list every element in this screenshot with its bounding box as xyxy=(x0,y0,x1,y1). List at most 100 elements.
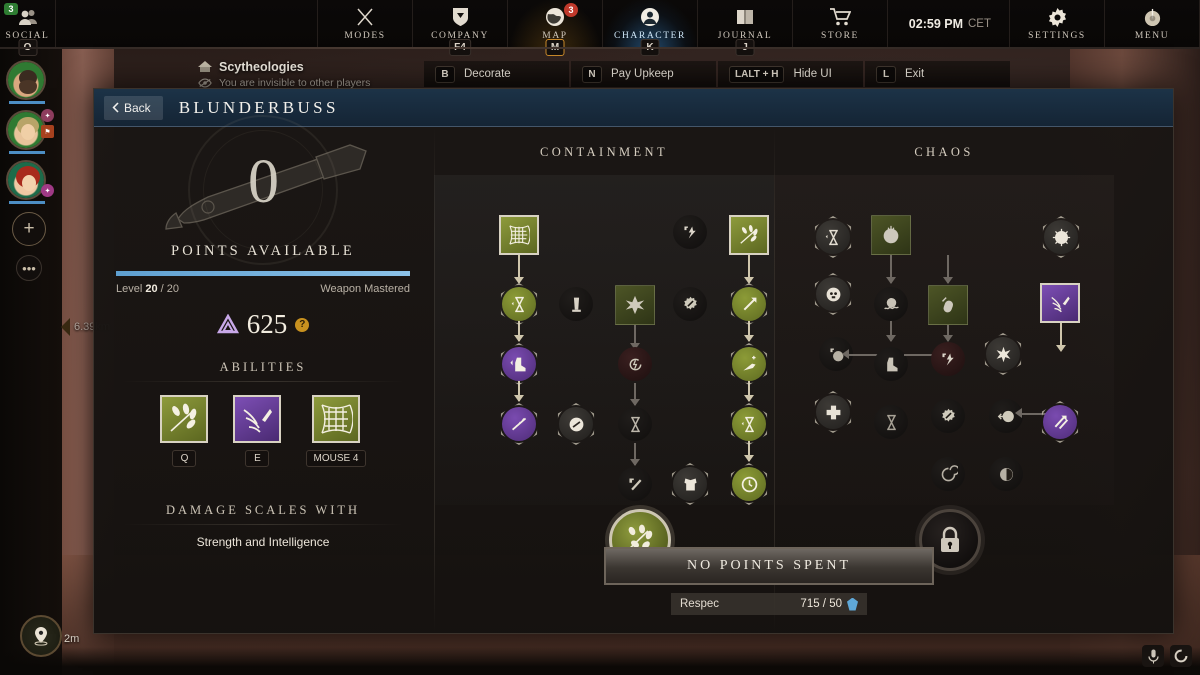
party-member-3[interactable]: ✦ xyxy=(6,160,54,204)
skill-node-chaos-b1[interactable] xyxy=(871,215,911,255)
party-more-options-button[interactable]: ••• xyxy=(16,255,42,281)
lock-icon xyxy=(941,526,959,552)
skill-node-chaos-d3[interactable] xyxy=(989,457,1023,491)
nav-item-social[interactable]: 3 SOCIAL O xyxy=(0,0,56,56)
skill-node-containment-c1[interactable] xyxy=(615,285,655,325)
ability-slot-1[interactable]: Q xyxy=(160,395,209,467)
cart-icon xyxy=(829,6,851,28)
skill-node-chaos-b3[interactable] xyxy=(874,347,908,381)
nav-item-modes[interactable]: MODES xyxy=(318,0,413,47)
nav-item-character[interactable]: CHARACTER K xyxy=(603,0,698,56)
faction-chip: ⚑ xyxy=(41,125,54,138)
party-rail: ✦ ⚑ ✦ + ••• xyxy=(6,60,54,281)
skill-node-chaos-a1[interactable] xyxy=(814,216,852,258)
ability-icon-e[interactable] xyxy=(233,395,282,443)
nav-item-company[interactable]: COMPANY F4 xyxy=(413,0,508,56)
ability-slot-3[interactable]: MOUSE 4 xyxy=(306,395,366,467)
smoke-bomb-icon xyxy=(883,225,899,244)
back-button[interactable]: Back xyxy=(104,95,163,120)
party-member-1[interactable] xyxy=(6,60,52,104)
skill-node-containment-e1[interactable] xyxy=(729,215,769,255)
skill-node-chaos-b4[interactable] xyxy=(874,405,908,439)
skill-node-chaos-a4[interactable] xyxy=(814,391,852,433)
avatar[interactable] xyxy=(6,110,46,150)
abilities-title: ABILITIES xyxy=(94,360,432,382)
skill-node-containment-d2[interactable] xyxy=(671,463,709,505)
weapon-artwork: 0 xyxy=(94,115,432,265)
points-spent-button[interactable]: NO POINTS SPENT xyxy=(604,547,934,585)
skill-node-containment-c2[interactable] xyxy=(618,347,652,381)
add-party-member-button[interactable]: + xyxy=(12,212,46,246)
tree-link-arrow xyxy=(1015,408,1022,418)
skill-node-chaos-c4[interactable] xyxy=(931,457,965,491)
avatar[interactable] xyxy=(6,60,46,100)
action-hide-ui[interactable]: LALT + H Hide UI xyxy=(718,61,863,87)
action-pay-upkeep[interactable]: N Pay Upkeep xyxy=(571,61,716,87)
weapon-mastery-panel: Back BLUNDERBUSS 0 POINTS AVAILABLE Leve… xyxy=(93,88,1174,634)
microphone-icon[interactable] xyxy=(1142,645,1164,667)
abilities-list: Q E MOUSE 4 xyxy=(94,395,432,467)
action-label: Exit xyxy=(905,68,925,80)
skill-node-chaos-c3[interactable] xyxy=(931,399,965,433)
skill-node-containment-a2[interactable] xyxy=(500,283,538,325)
skill-node-containment-b2[interactable] xyxy=(557,403,595,445)
skill-node-containment-c4[interactable] xyxy=(618,467,652,501)
skill-node-chaos-e3[interactable] xyxy=(1041,401,1079,443)
skill-node-containment-e5[interactable] xyxy=(730,463,768,505)
loading-spinner-icon xyxy=(1170,645,1192,667)
nav-item-menu[interactable]: MENU xyxy=(1105,0,1200,47)
skill-node-containment-e2[interactable] xyxy=(730,283,768,325)
reload-lightning-icon xyxy=(629,358,641,370)
party-member-2[interactable]: ✦ ⚑ xyxy=(6,109,54,154)
vortex-icon xyxy=(999,467,1013,481)
skill-node-containment-top[interactable] xyxy=(673,215,707,249)
net-icon xyxy=(321,404,353,434)
action-decorate[interactable]: B Decorate xyxy=(424,61,569,87)
skill-node-containment-d1[interactable] xyxy=(673,287,707,321)
level-text: Level 20 / 20 xyxy=(116,283,179,295)
ability-slot-2[interactable]: E xyxy=(233,395,282,467)
respec-cost-value: 715 / 50 xyxy=(800,598,842,610)
skill-node-chaos-b2[interactable] xyxy=(874,287,908,321)
mastery-xp-bar xyxy=(116,271,410,276)
respec-button[interactable]: Respec 715 / 50 xyxy=(671,593,867,615)
nav-item-settings[interactable]: SETTINGS xyxy=(1010,0,1105,47)
skill-node-chaos-a2[interactable] xyxy=(814,273,852,315)
skill-node-chaos-e2[interactable] xyxy=(1040,283,1080,323)
avatar[interactable] xyxy=(6,160,46,200)
skill-node-containment-e3[interactable] xyxy=(730,343,768,385)
skill-node-containment-b1[interactable] xyxy=(559,287,593,321)
ability-icon-mouse4[interactable] xyxy=(311,395,360,443)
plus-blade-icon xyxy=(628,477,642,490)
zone-name-row: Scytheologies xyxy=(198,60,418,74)
zone-name: Scytheologies xyxy=(219,60,304,74)
skill-node-containment-a3[interactable] xyxy=(500,343,538,385)
powder-charge-icon xyxy=(571,297,581,312)
skill-node-chaos-c1[interactable] xyxy=(928,285,968,325)
nav-item-map[interactable]: 3 MAP M xyxy=(508,0,603,56)
spiral-icon xyxy=(941,464,958,481)
ability-icon-q[interactable] xyxy=(160,395,209,443)
tree-link-arrow xyxy=(943,335,953,342)
location-pin-indicator[interactable] xyxy=(20,615,62,657)
points-spent-label: NO POINTS SPENT xyxy=(686,558,851,573)
mastery-status: Weapon Mastered xyxy=(320,283,410,295)
help-icon[interactable]: ? xyxy=(295,317,310,332)
skill-node-chaos-e1[interactable] xyxy=(1042,216,1080,258)
action-exit[interactable]: L Exit xyxy=(865,61,1010,87)
nav-label-modes: MODES xyxy=(344,31,386,41)
tree-title-containment: CONTAINMENT xyxy=(539,145,669,159)
smoke-cloud-icon xyxy=(883,297,899,309)
nav-item-store[interactable]: STORE xyxy=(793,0,888,47)
context-action-bar: B Decorate N Pay Upkeep LALT + H Hide UI… xyxy=(424,61,1010,87)
skill-node-containment-a1[interactable] xyxy=(499,215,539,255)
skill-node-containment-c3[interactable] xyxy=(618,407,652,441)
nav-item-journal[interactable]: JOURNAL J xyxy=(698,0,793,56)
house-icon xyxy=(198,61,212,72)
skill-node-containment-e4[interactable] xyxy=(730,403,768,445)
nav-right-group: 02:59 PM CET SETTINGS MENU xyxy=(891,0,1200,47)
skill-node-containment-a4[interactable] xyxy=(500,403,538,445)
skill-node-chaos-c2[interactable] xyxy=(931,342,965,376)
clock-time: 02:59 PM xyxy=(908,16,963,31)
skill-node-chaos-d1[interactable] xyxy=(984,333,1022,375)
